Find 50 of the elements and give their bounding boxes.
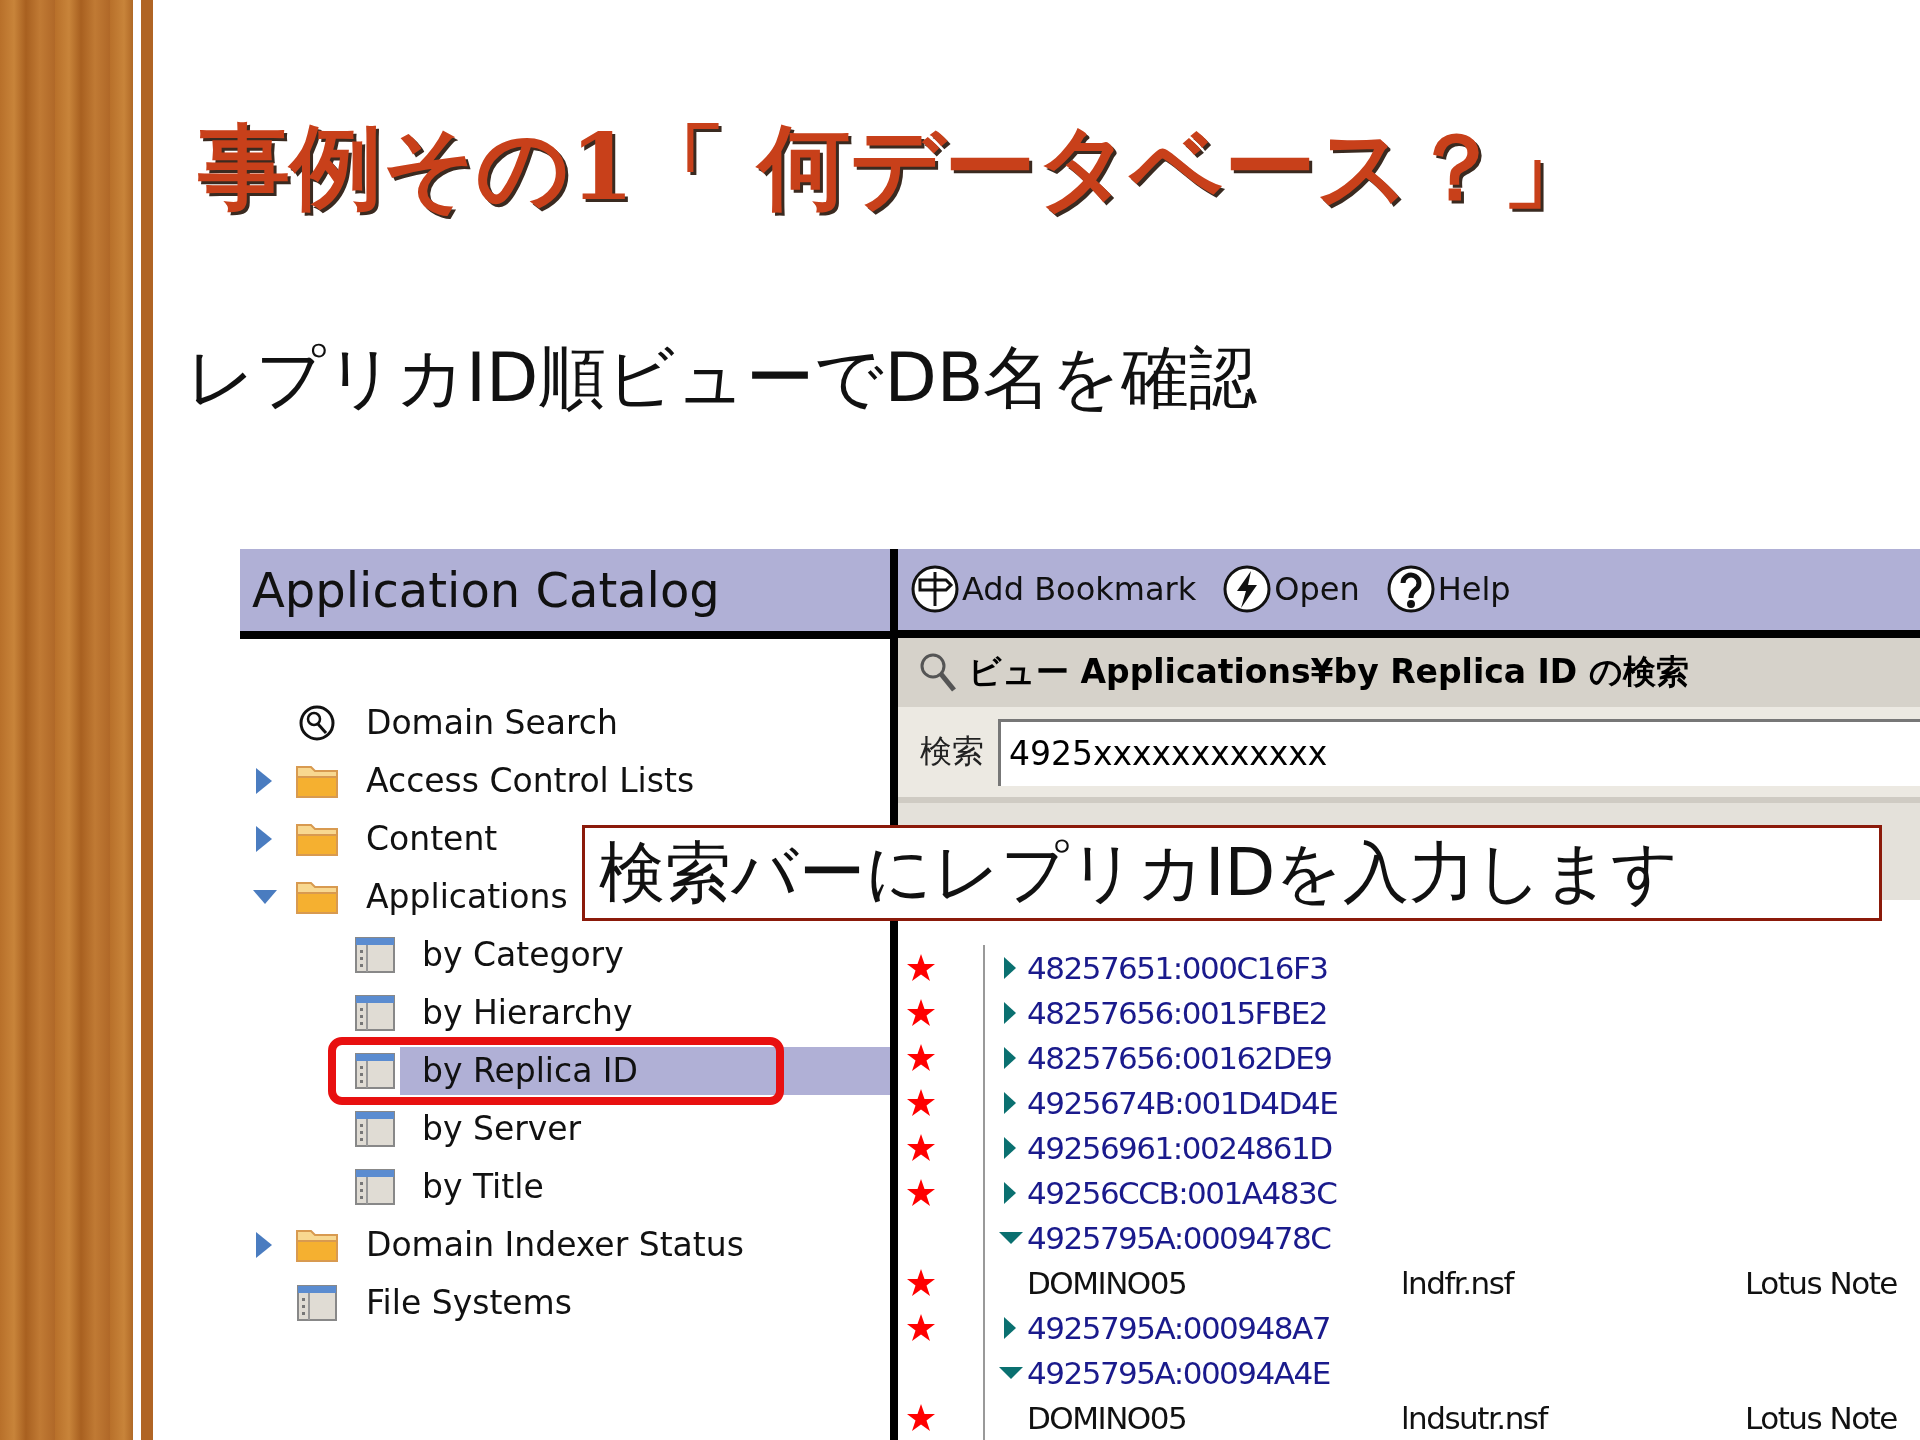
search-title: ビュー Applications¥by Replica ID の検索 — [968, 650, 1689, 693]
view-icon — [355, 1053, 395, 1089]
table-cell-text: lndfr.nsf — [1401, 1264, 1516, 1301]
tree-item[interactable]: by Title — [400, 1163, 890, 1211]
table-cell: Lotus Note — [1745, 1264, 1897, 1301]
replica-id[interactable]: 48257656:00162DE9 — [1027, 1039, 1332, 1076]
replica-id[interactable]: 48257656:0015FBE2 — [1027, 994, 1328, 1031]
catalog-title: Application Catalog — [240, 549, 890, 639]
view-icon — [355, 1169, 395, 1205]
folder-icon — [295, 821, 339, 857]
slide-subtitle: レプリカID順ビューでDB名を確認 — [186, 337, 1259, 419]
tree-item[interactable]: Domain Search — [366, 699, 618, 747]
tree-item[interactable]: by Replica ID — [400, 1047, 890, 1095]
help-icon — [1385, 564, 1436, 615]
view-icon — [355, 1111, 395, 1147]
table-cell: Lotus Note — [1745, 1399, 1897, 1436]
replica-id[interactable]: 49256CCB:001A483C — [1027, 1174, 1337, 1211]
replica-id[interactable]: 48257651:000C16F3 — [1027, 949, 1328, 986]
table-cell-text: DOMINO05 — [1026, 1399, 1188, 1436]
slide-title: 事例その1「 何データベース？」 — [198, 112, 1596, 223]
table-cell-text: lndsutr.nsf — [1401, 1399, 1550, 1436]
search-icon — [297, 703, 337, 743]
folder-icon — [295, 1227, 339, 1263]
replica-id[interactable]: 4925795A:00094A4E — [1027, 1354, 1330, 1391]
tree-item[interactable]: by Server — [400, 1105, 890, 1153]
toolbar-button[interactable]: Add Bookmark — [910, 564, 1197, 615]
replica-id[interactable]: 4925795A:0009478C — [1027, 1219, 1331, 1256]
replica-id[interactable]: 4925674B:001D4D4E — [1027, 1084, 1338, 1121]
toolbar-button[interactable]: Open — [1222, 564, 1360, 615]
search-field[interactable]: 4925xxxxxxxxxxxx — [998, 718, 1920, 786]
table-cell-text: DOMINO05 — [1026, 1264, 1188, 1301]
tree-item[interactable]: by Hierarchy — [400, 989, 890, 1037]
signpost-icon — [910, 564, 960, 615]
tree-item[interactable]: File Systems — [366, 1279, 572, 1327]
view-icon — [355, 937, 395, 973]
toolbar-button[interactable]: Help — [1385, 564, 1511, 615]
tree-item[interactable]: Domain Indexer Status — [366, 1221, 744, 1269]
tree-item[interactable]: Content — [366, 815, 498, 863]
lightning-icon — [1222, 564, 1273, 615]
replica-id[interactable]: 49256961:0024861D — [1027, 1129, 1332, 1166]
folder-icon — [295, 763, 339, 799]
folder-icon — [295, 879, 339, 915]
view-icon — [355, 995, 395, 1031]
tree-item[interactable]: by Category — [400, 931, 890, 979]
search-label: 検索 — [920, 731, 984, 773]
view-icon — [297, 1285, 337, 1321]
tree-item[interactable]: Access Control Lists — [366, 757, 695, 805]
replica-id[interactable]: 4925795A:000948A7 — [1027, 1309, 1330, 1346]
callout-box: 検索バーにレプリカIDを入力します — [582, 825, 1882, 921]
tree-item[interactable]: Applications — [366, 873, 568, 921]
